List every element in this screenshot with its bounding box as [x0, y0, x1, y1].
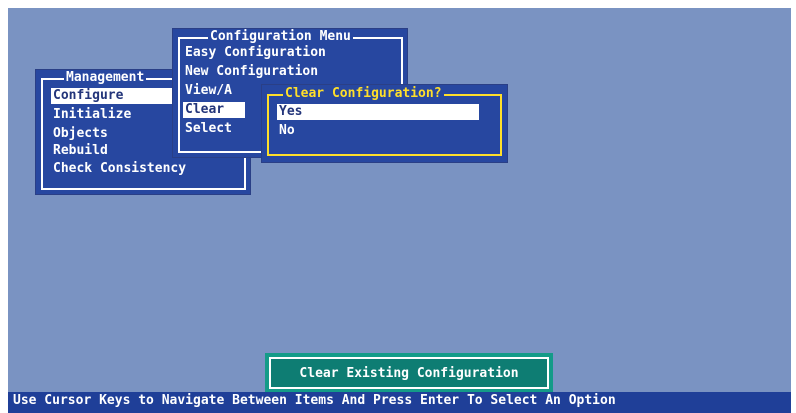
- menu-item-view-add[interactable]: View/A: [183, 83, 243, 99]
- menu-item-configure[interactable]: Configure: [51, 88, 173, 104]
- menu-item-easy-configuration[interactable]: Easy Configuration: [183, 45, 373, 61]
- management-menu-title: Management: [64, 70, 147, 86]
- menu-item-select[interactable]: Select: [183, 121, 245, 137]
- status-message: Clear Existing Configuration: [299, 366, 519, 381]
- menu-item-clear[interactable]: Clear: [183, 102, 245, 118]
- status-box: Clear Existing Configuration: [265, 353, 553, 393]
- menu-item-initialize[interactable]: Initialize: [51, 107, 173, 123]
- no-option[interactable]: No: [277, 123, 377, 139]
- clear-dialog-title: Clear Configuration?: [283, 86, 444, 102]
- status-box-border: Clear Existing Configuration: [269, 357, 549, 389]
- menu-item-objects[interactable]: Objects: [51, 126, 173, 142]
- configuration-menu-title: Configuration Menu: [208, 29, 353, 45]
- help-bar: Use Cursor Keys to Navigate Between Item…: [8, 392, 791, 413]
- menu-item-rebuild[interactable]: Rebuild: [51, 143, 173, 159]
- clear-configuration-dialog: Clear Configuration? Yes No: [267, 86, 502, 156]
- menu-item-new-configuration[interactable]: New Configuration: [183, 64, 373, 80]
- bios-configuration-screen: Management Configure Initialize Objects …: [8, 8, 791, 413]
- yes-option[interactable]: Yes: [277, 104, 479, 120]
- menu-item-check-consistency[interactable]: Check Consistency: [51, 161, 231, 177]
